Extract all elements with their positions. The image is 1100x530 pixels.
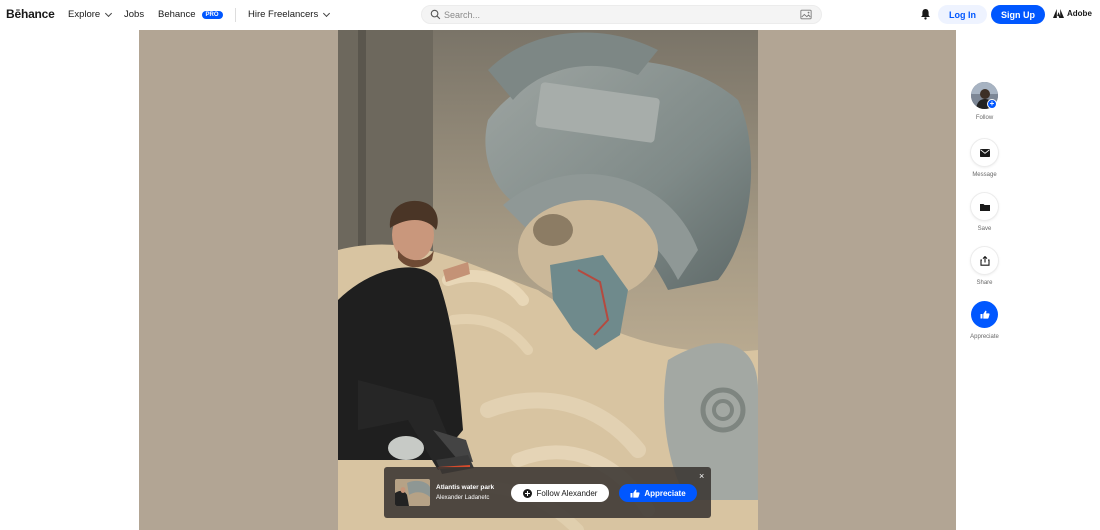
nav-behance-pro[interactable]: Behance PRO: [158, 9, 223, 20]
message-label: Message: [972, 172, 997, 178]
nav-behance-label: Behance: [158, 9, 196, 20]
thumbs-up-icon: [630, 489, 640, 498]
project-title[interactable]: Atlantis water park: [436, 484, 494, 491]
project-thumbnail-image: [395, 479, 430, 506]
search-icon: [430, 9, 441, 20]
chevron-down-icon: [105, 9, 113, 17]
share-icon: [979, 255, 990, 266]
mail-icon: [979, 148, 990, 157]
thumbs-up-icon: [980, 310, 990, 319]
bell-icon[interactable]: [920, 8, 931, 20]
project-author[interactable]: Alexander Ladanetc: [436, 495, 489, 501]
project-thumbnail[interactable]: [395, 479, 430, 506]
nav-explore-label: Explore: [68, 9, 101, 20]
share-button[interactable]: [971, 247, 998, 274]
follow-label: Follow: [975, 115, 994, 121]
pro-badge: PRO: [201, 10, 223, 19]
project-info-card: Atlantis water park Alexander Ladanetc F…: [384, 467, 711, 518]
nav-hire-freelancers[interactable]: Hire Freelancers: [248, 9, 331, 20]
folder-icon: [979, 203, 990, 211]
nav-hire-label: Hire Freelancers: [248, 9, 319, 20]
chevron-down-icon: [323, 9, 331, 17]
rail-follow[interactable]: Follow: [957, 82, 1012, 121]
search-bar: [421, 5, 822, 24]
plus-icon: [522, 488, 532, 498]
search-input[interactable]: [444, 8, 804, 21]
nav-divider: [235, 8, 236, 22]
appreciate-rail-label: Appreciate: [970, 334, 999, 340]
close-icon[interactable]: ×: [699, 472, 704, 481]
adobe-logo-icon: [1053, 9, 1064, 18]
nav-jobs[interactable]: Jobs: [124, 9, 144, 20]
rail-share[interactable]: Share: [957, 247, 1012, 286]
rail-message[interactable]: Message: [957, 139, 1012, 178]
project-image[interactable]: [338, 30, 758, 530]
signup-button[interactable]: Sign Up: [991, 5, 1045, 24]
save-label: Save: [977, 226, 992, 232]
follow-author-label: Follow Alexander: [536, 488, 598, 498]
project-photo-illustration: [338, 30, 758, 530]
nav-explore[interactable]: Explore: [68, 9, 113, 20]
appreciate-button[interactable]: Appreciate: [619, 484, 697, 502]
rail-appreciate[interactable]: Appreciate: [957, 301, 1012, 340]
adobe-label: Adobe: [1067, 9, 1092, 18]
image-search-icon[interactable]: [800, 9, 812, 20]
nav-jobs-label: Jobs: [124, 9, 145, 20]
behance-logo[interactable]: Bēhance: [6, 7, 55, 21]
top-nav: Bēhance Explore Jobs Behance PRO Hire Fr…: [0, 0, 1100, 30]
adobe-link[interactable]: Adobe: [1053, 9, 1092, 18]
appreciate-rail-button[interactable]: [971, 301, 998, 328]
message-button[interactable]: [971, 139, 998, 166]
follow-author-button[interactable]: Follow Alexander: [511, 484, 609, 502]
share-label: Share: [976, 280, 993, 286]
rail-save[interactable]: Save: [957, 193, 1012, 232]
add-follow-icon[interactable]: +: [987, 99, 997, 109]
save-button[interactable]: [971, 193, 998, 220]
appreciate-label: Appreciate: [644, 488, 686, 498]
login-button[interactable]: Log In: [938, 5, 987, 24]
